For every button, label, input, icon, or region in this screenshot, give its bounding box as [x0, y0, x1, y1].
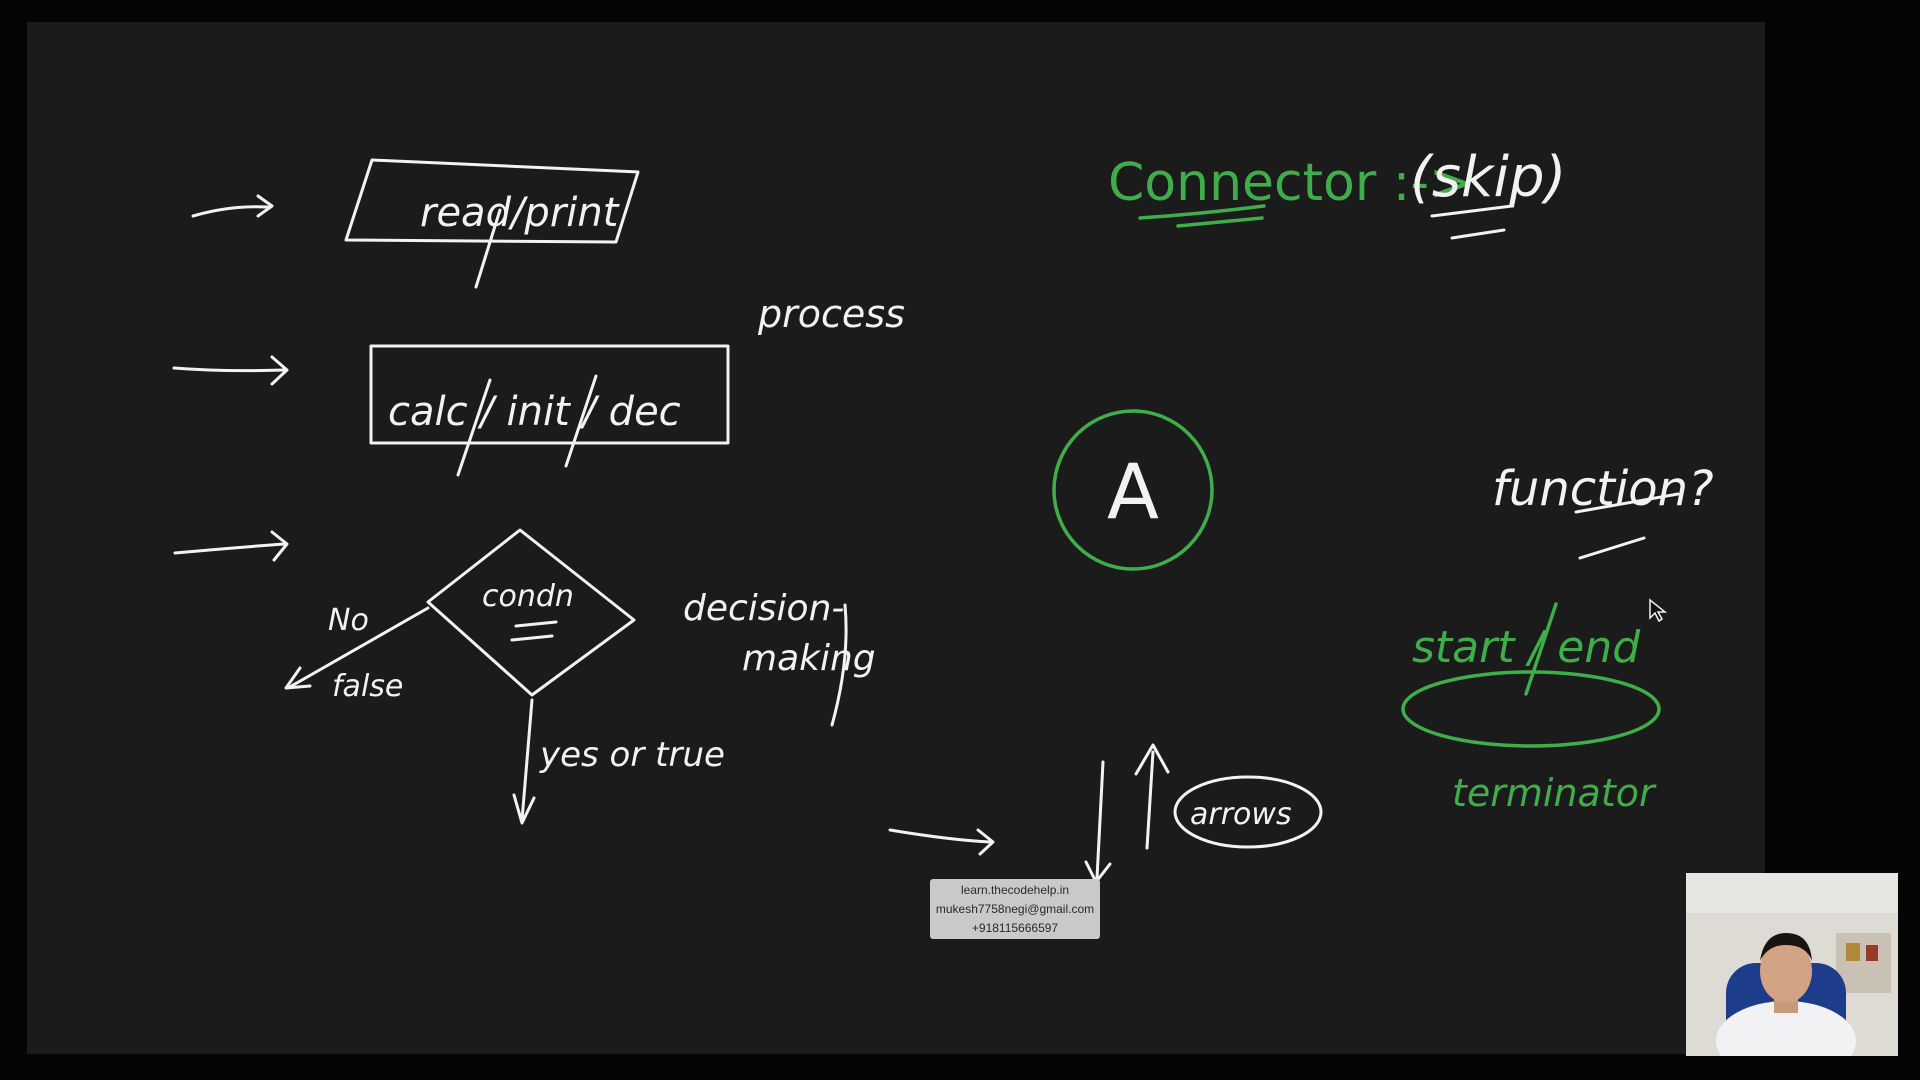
decision-caption-line2: making [742, 638, 876, 679]
process-caption: process [757, 292, 905, 336]
io-label: read/print [420, 190, 620, 236]
decision-caption-line1: decision- [683, 588, 844, 629]
yes-label: yes or true [539, 735, 725, 775]
video-frame: read/print calc / init / dec process con… [0, 0, 1920, 1080]
skip-label: (skip) [1410, 145, 1566, 210]
false-label: false [332, 669, 403, 704]
process-label: calc / init / dec [388, 389, 681, 435]
connector-symbol: A [1107, 447, 1159, 536]
watermark-line-2: mukesh7758negi@gmail.com [935, 902, 1095, 916]
mouse-cursor-icon [1648, 598, 1668, 629]
terminator-label: terminator [1452, 771, 1657, 815]
watermark-line-3: +918115666597 [971, 921, 1059, 935]
arrows-label: arrows [1190, 797, 1292, 832]
decision-label: condn [482, 579, 574, 614]
start-end-label: start / end [1412, 622, 1641, 673]
webcam-overlay [1686, 873, 1898, 1056]
no-label: No [328, 603, 369, 638]
watermark-line-1: learn.thecodehelp.in [960, 883, 1070, 897]
function-label: function? [1492, 461, 1714, 517]
watermark-box: learn.thecodehelp.in mukesh7758negi@gmai… [930, 879, 1100, 939]
